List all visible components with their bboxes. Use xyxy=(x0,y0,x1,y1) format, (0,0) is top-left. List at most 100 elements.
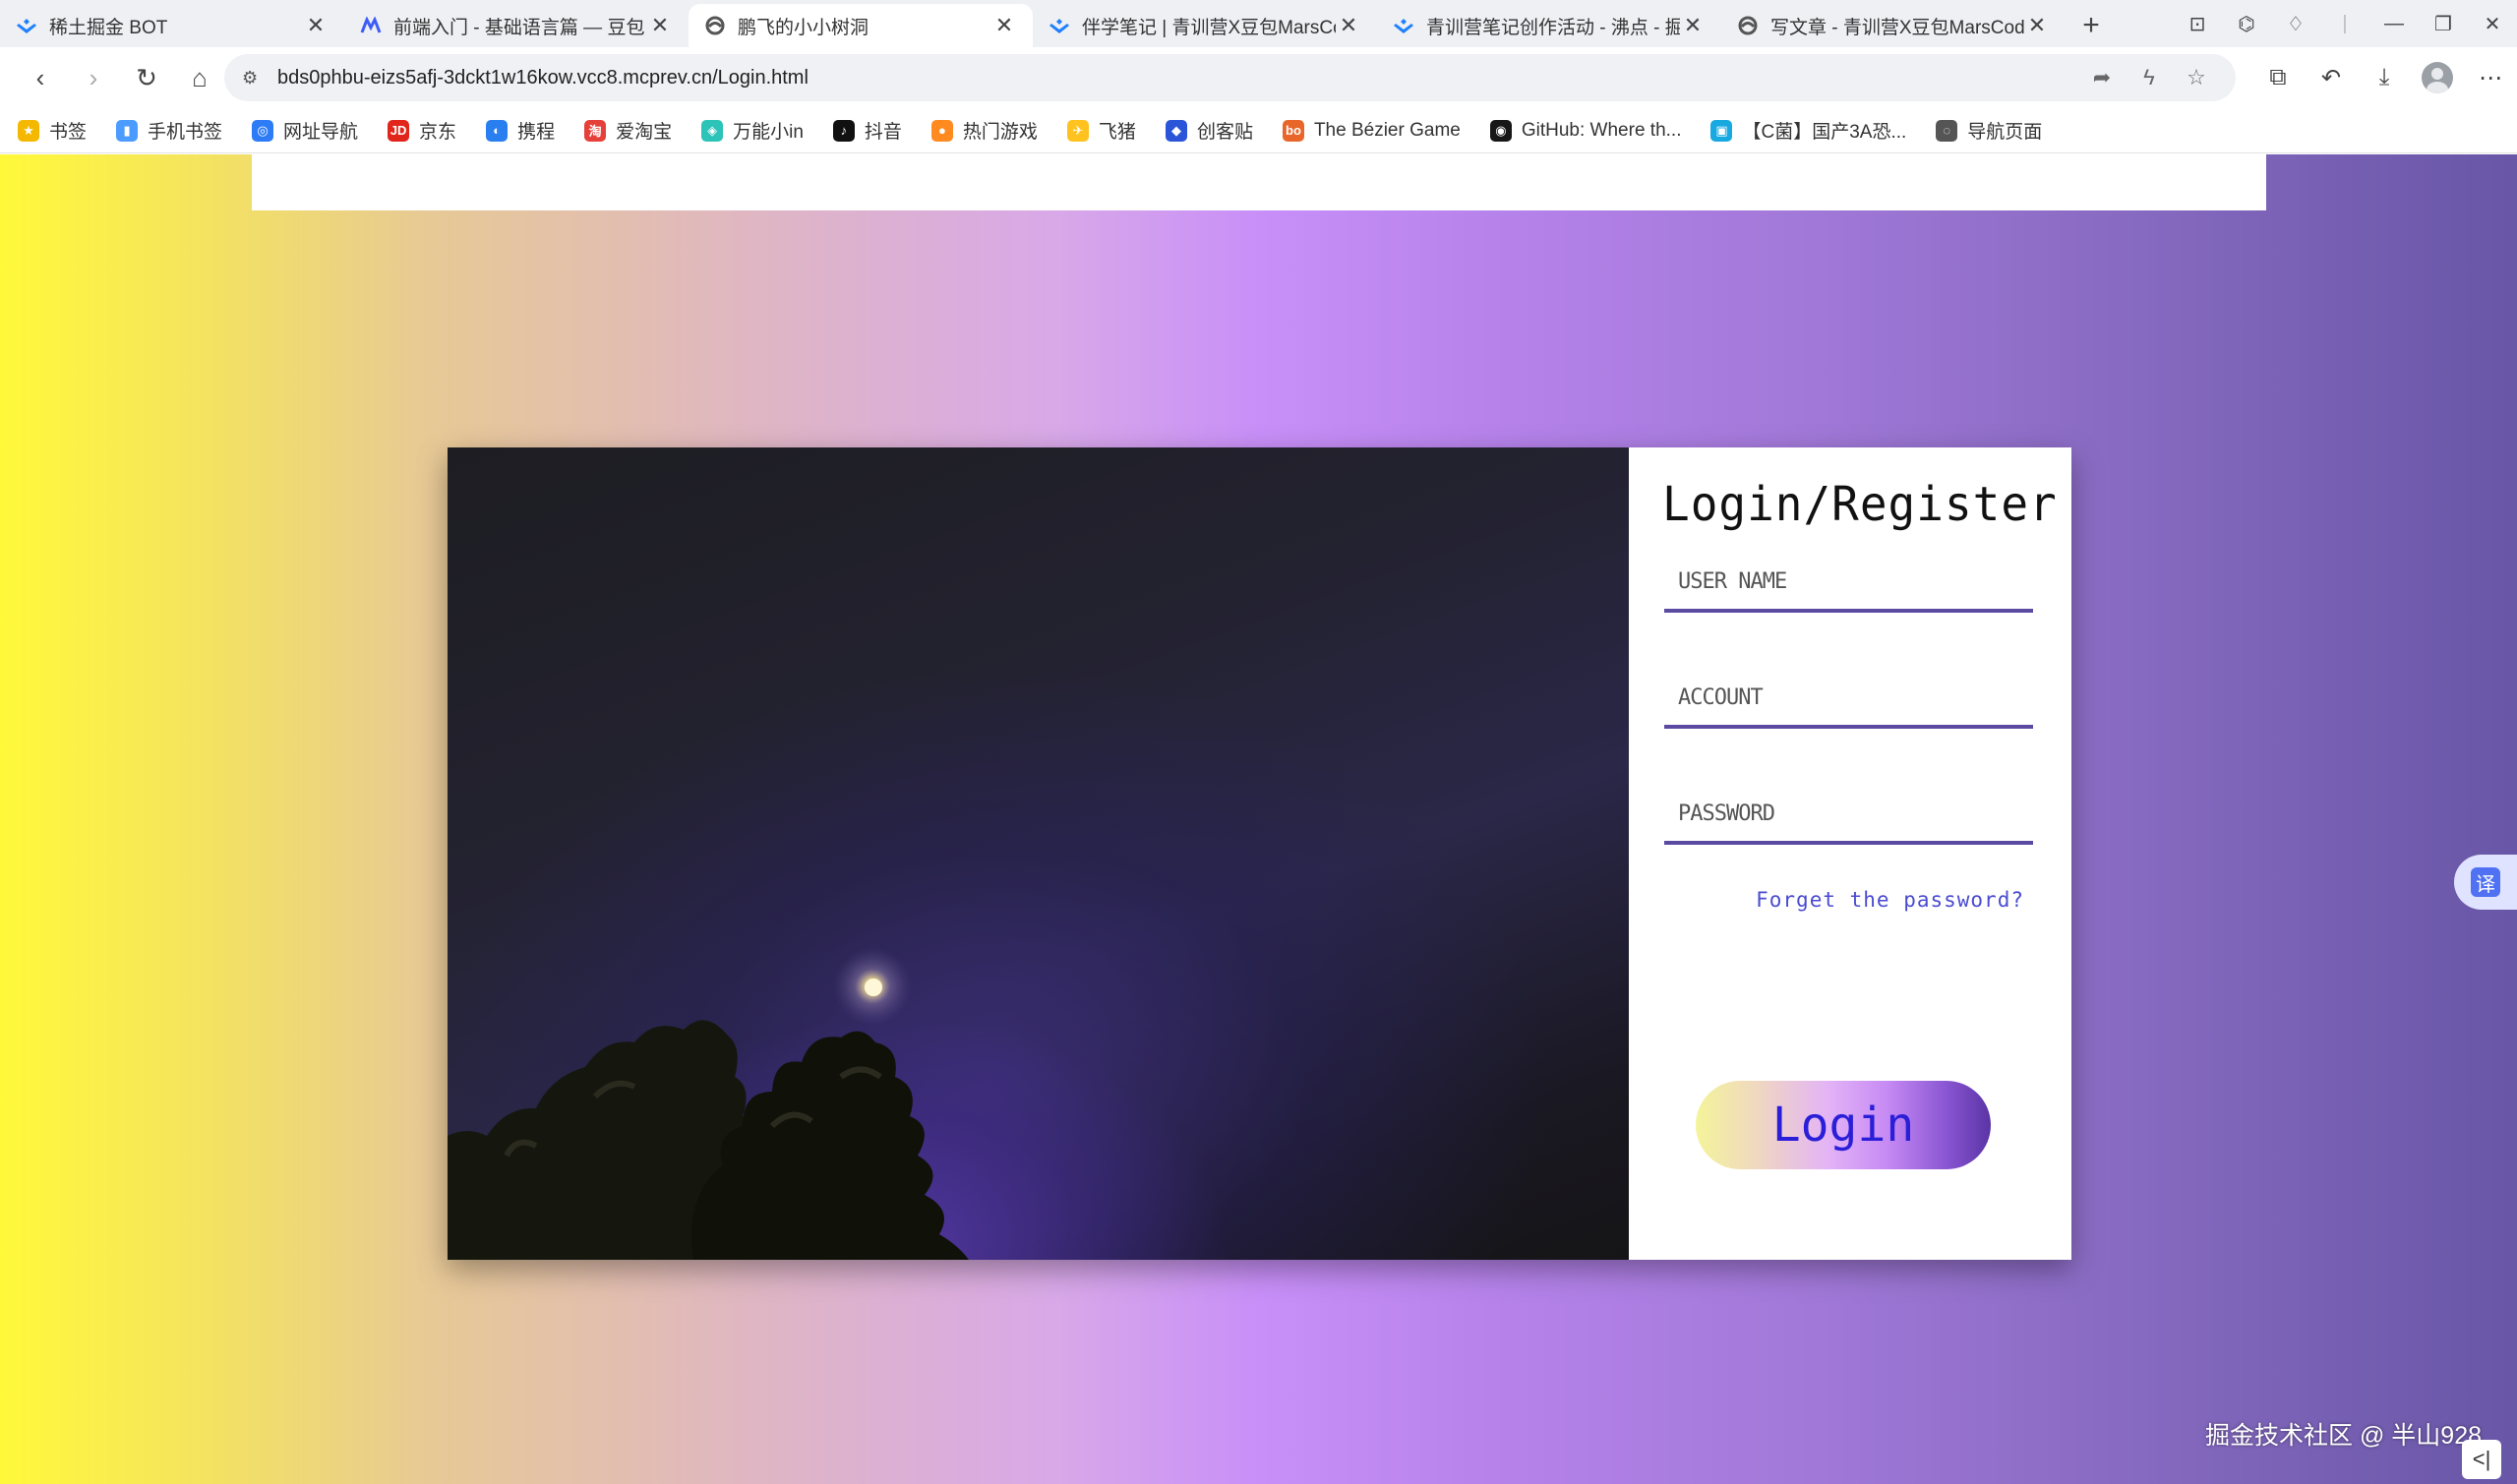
login-title: Login/Register xyxy=(1662,475,2058,532)
forward-arrow-icon[interactable]: › xyxy=(67,53,120,102)
profile-avatar-icon[interactable] xyxy=(2411,53,2464,102)
bookmark-label: The Bézier Game xyxy=(1313,119,1461,141)
marscode-icon xyxy=(360,15,382,36)
tab-0[interactable]: 稀土掘金 BOT ✕ xyxy=(0,4,344,47)
tab-title: 写文章 - 青训营X豆包MarsCode xyxy=(1770,17,2024,38)
juejin-icon xyxy=(1393,15,1414,36)
separator: | xyxy=(2342,12,2348,34)
account-field xyxy=(1664,670,2033,729)
tab-title: 青训营笔记创作活动 - 沸点 - 掘金 xyxy=(1426,17,1680,38)
address-url[interactable]: bds0phbu-eizs5afj-3dckt1w16kow.vcc8.mcpr… xyxy=(277,67,809,89)
bookmark-item[interactable]: ◉ GitHub: Where th... xyxy=(1489,119,1682,142)
bookmark-favicon-icon: 淘 xyxy=(584,119,607,142)
bookmark-favicon-icon: ◉ xyxy=(1489,119,1512,142)
bookmark-favicon-icon: ★ xyxy=(18,119,39,142)
tab-close-icon[interactable]: ✕ xyxy=(647,13,673,38)
bookmark-favicon-icon: ● xyxy=(930,119,953,142)
site-info-icon[interactable]: ⚙ xyxy=(242,68,270,89)
address-bar[interactable]: ⚙ bds0phbu-eizs5afj-3dckt1w16kow.vcc8.mc… xyxy=(224,54,2236,101)
bookmark-item[interactable]: 淘爱淘宝 xyxy=(584,117,672,144)
bookmark-label: 手机书签 xyxy=(148,122,223,143)
tab-5[interactable]: 写文章 - 青训营X豆包MarsCode ✕ xyxy=(1721,4,2066,47)
tab-close-icon[interactable]: ✕ xyxy=(2024,13,2050,38)
bookmark-label: 爱淘宝 xyxy=(616,122,673,143)
bookmark-item[interactable]: ◎ 网址导航 xyxy=(252,117,358,144)
tab-close-icon[interactable]: ✕ xyxy=(303,13,329,38)
bookmark-label: 创客贴 xyxy=(1196,122,1253,143)
tab-4[interactable]: 青训营笔记创作活动 - 沸点 - 掘金 ✕ xyxy=(1377,4,1721,47)
bookmark-label: 京东 xyxy=(419,122,457,143)
bookmark-star-icon[interactable]: ☆ xyxy=(2173,65,2220,90)
bookmark-label: GitHub: Where th... xyxy=(1521,119,1682,141)
bookmark-item[interactable]: ♪ 抖音 xyxy=(832,117,902,144)
bookmark-item[interactable]: ◈ 万能小in xyxy=(701,117,804,144)
bookmark-label: 万能小in xyxy=(733,122,804,143)
bookmark-favicon-icon: ♪ xyxy=(832,119,855,142)
account-input[interactable] xyxy=(1664,670,2033,725)
bookmark-item[interactable]: ▮ 手机书签 xyxy=(116,117,222,144)
username-field xyxy=(1664,554,2033,613)
tab-title: 伴学笔记 | 青训营X豆包MarsCode xyxy=(1082,17,1336,38)
tab-title: 鹏飞的小小树洞 xyxy=(738,17,869,38)
bookmark-favicon-icon: ◌ xyxy=(1936,119,1958,142)
collapse-sidebar-icon[interactable]: <| xyxy=(2462,1440,2501,1479)
bookmark-favicon-icon: ◈ xyxy=(701,119,724,142)
home-icon[interactable]: ⌂ xyxy=(173,53,226,102)
tab-close-icon[interactable]: ✕ xyxy=(1680,13,1706,38)
minimize-icon[interactable]: — xyxy=(2369,0,2419,47)
new-tab-plus-icon[interactable]: + xyxy=(2066,4,2117,47)
page-header-bar xyxy=(252,154,2266,210)
bookmark-label: 抖音 xyxy=(864,122,902,143)
extensions-icon[interactable]: ⧉ xyxy=(2251,53,2305,102)
bookmark-item[interactable]: bo The Bézier Game xyxy=(1282,119,1461,142)
bookmark-favicon-icon: ◐ xyxy=(486,119,509,142)
bookmarks-bar: ★ 书签 ▮ 手机书签 ◎ 网址导航 JD 京东 ◐ 携程 淘爱淘宝 ◈ 万能小in ♪ 抖音 ● 热门游戏 ✈ 飞… xyxy=(0,108,2517,153)
bookmark-item[interactable]: ◌ 导航页面 xyxy=(1936,117,2042,144)
bookmark-item[interactable]: ◐ 携程 xyxy=(486,117,555,144)
bookmark-label: 书签 xyxy=(49,122,88,143)
undo-icon[interactable]: ↶ xyxy=(2305,53,2358,102)
bookmark-item[interactable]: ▣ 【C菌】国产3A恐... xyxy=(1710,117,1906,144)
tab-title: 前端入门 - 基础语言篇 — 豆包 MarsCode xyxy=(393,17,647,38)
tab-close-icon[interactable]: ✕ xyxy=(991,13,1017,38)
incognito-icon[interactable]: ⌬ xyxy=(2222,0,2271,47)
reload-icon[interactable]: ↻ xyxy=(120,53,173,102)
bookmark-item[interactable]: ★ 书签 xyxy=(18,117,87,144)
tab-1[interactable]: 前端入门 - 基础语言篇 — 豆包 MarsCode ✕ xyxy=(344,4,689,47)
edge-icon xyxy=(704,15,726,36)
night-sky-moon-photo xyxy=(448,447,1629,1260)
bookmark-label: 携程 xyxy=(517,122,556,143)
password-input[interactable] xyxy=(1664,786,2033,841)
bookmark-favicon-icon: JD xyxy=(388,119,410,142)
bookmark-favicon-icon: ▣ xyxy=(1710,119,1733,142)
window-close-icon[interactable]: ✕ xyxy=(2468,0,2517,47)
bookmark-item[interactable]: ● 热门游戏 xyxy=(930,117,1038,144)
page-viewport: Login/Register Forget the password? Logi… xyxy=(0,154,2517,1484)
bookmark-item[interactable]: ◆ 创客贴 xyxy=(1165,117,1253,144)
login-button[interactable]: Login xyxy=(1696,1081,1991,1169)
restore-icon[interactable]: ❐ xyxy=(2419,0,2468,47)
juejin-icon xyxy=(1049,15,1070,36)
bookmark-favicon-icon: bo xyxy=(1282,119,1304,142)
login-form: Login/Register Forget the password? Logi… xyxy=(1629,447,2071,1260)
translate-icon: 译 xyxy=(2471,867,2500,897)
navigation-toolbar: ‹ › ↻ ⌂ ⚙ bds0phbu-eizs5afj-3dckt1w16kow… xyxy=(0,47,2517,108)
tab-strip: 稀土掘金 BOT ✕ 前端入门 - 基础语言篇 — 豆包 MarsCode ✕ … xyxy=(0,0,2517,47)
translate-side-button[interactable]: 译 xyxy=(2454,855,2517,910)
tab-search-icon[interactable]: ⊡ xyxy=(2173,0,2222,47)
bookmark-favicon-icon: ◆ xyxy=(1165,119,1187,142)
tab-2-active[interactable]: 鹏飞的小小树洞 ✕ xyxy=(689,4,1033,47)
back-arrow-icon[interactable]: ‹ xyxy=(14,53,67,102)
share-icon[interactable]: ➦ xyxy=(2078,65,2126,90)
bookmark-item[interactable]: JD 京东 xyxy=(388,117,456,144)
extensions-shirt-icon[interactable]: ♢ xyxy=(2271,0,2320,47)
download-icon[interactable]: ⤓ xyxy=(2358,53,2411,102)
menu-dots-icon[interactable]: ⋯ xyxy=(2464,53,2517,102)
bookmark-item[interactable]: ✈ 飞猪 xyxy=(1066,117,1136,144)
tab-3[interactable]: 伴学笔记 | 青训营X豆包MarsCode ✕ xyxy=(1033,4,1377,47)
tab-close-icon[interactable]: ✕ xyxy=(1336,13,1361,38)
lightning-icon[interactable]: ϟ xyxy=(2126,65,2173,90)
username-input[interactable] xyxy=(1664,554,2033,609)
bookmark-label: 飞猪 xyxy=(1098,122,1136,143)
forgot-password-link[interactable]: Forget the password? xyxy=(1756,888,2024,912)
